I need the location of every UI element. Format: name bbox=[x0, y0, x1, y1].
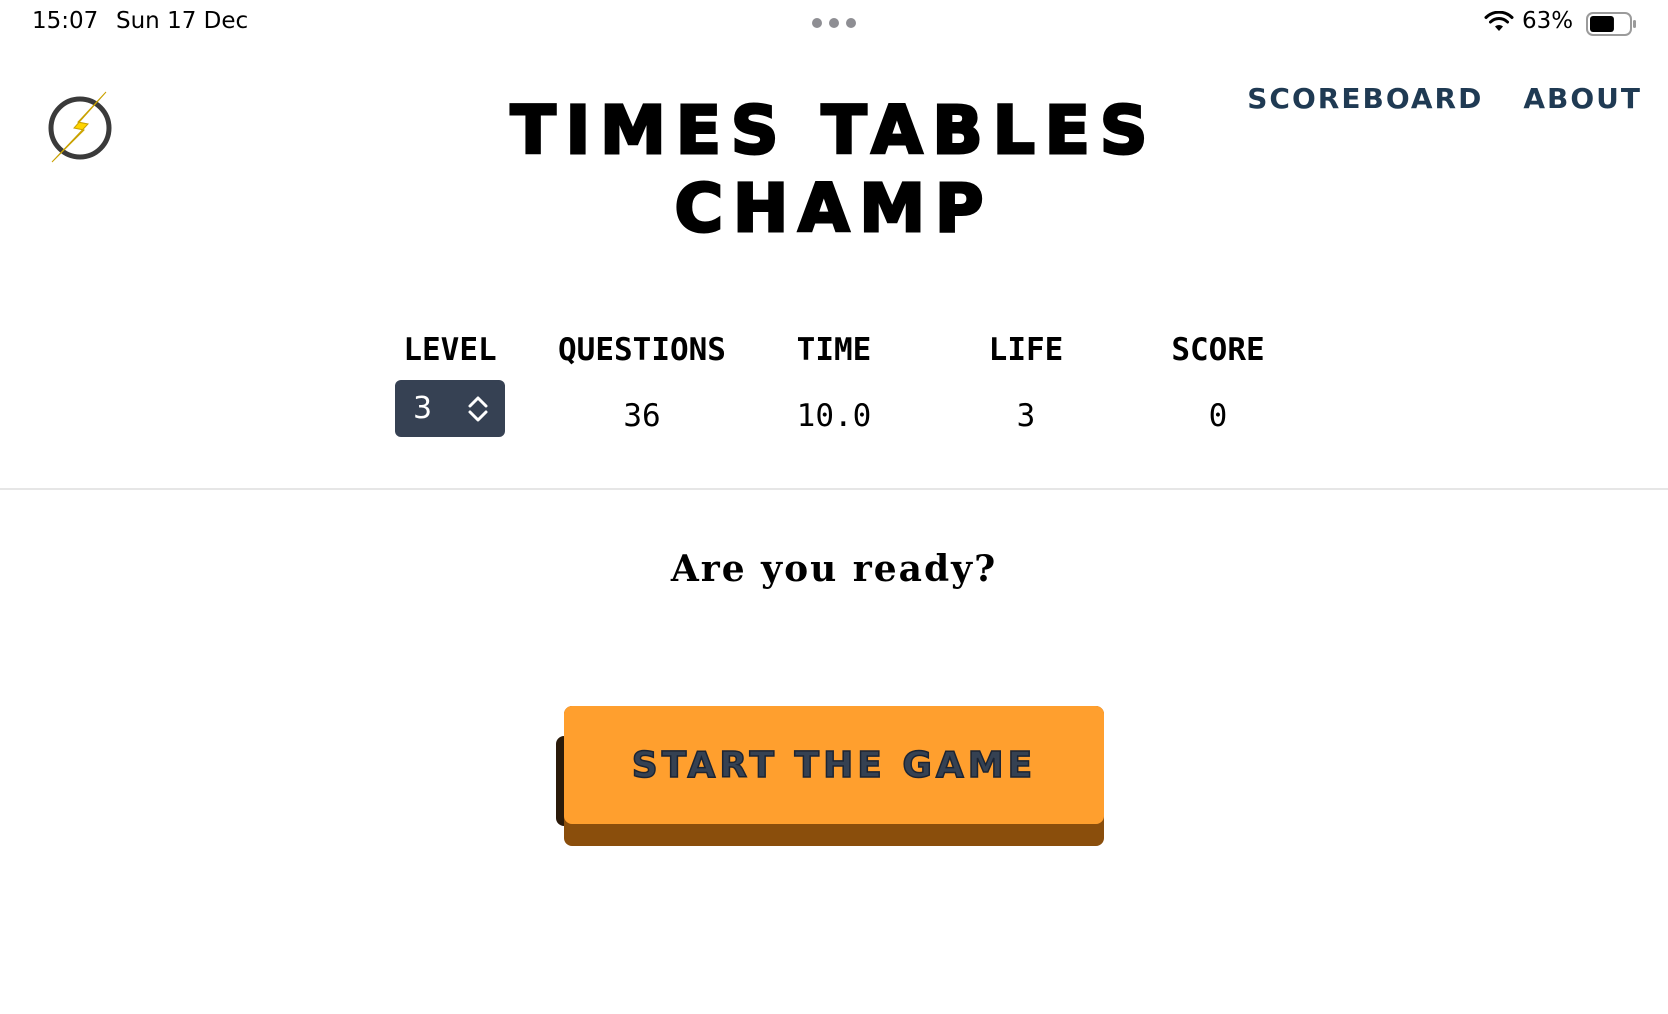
level-select[interactable]: 3 bbox=[395, 380, 505, 437]
status-date: Sun 17 Dec bbox=[116, 8, 249, 34]
start-game-button[interactable]: START THE GAME bbox=[564, 706, 1104, 846]
top-nav: SCOREBOARD ABOUT bbox=[1247, 82, 1642, 115]
stat-life: LIFE 3 bbox=[931, 332, 1121, 434]
status-bar: 15:07 Sun 17 Dec 63% bbox=[0, 0, 1668, 48]
score-label: SCORE bbox=[1171, 332, 1265, 368]
start-button-wrap: START THE GAME bbox=[556, 706, 1104, 856]
score-value: 0 bbox=[1208, 398, 1228, 434]
stat-level: LEVEL 3 bbox=[355, 332, 545, 442]
level-label: LEVEL bbox=[403, 332, 497, 368]
ready-prompt: Are you ready? bbox=[670, 548, 998, 590]
battery-percent: 63% bbox=[1522, 8, 1574, 34]
life-value: 3 bbox=[1016, 398, 1036, 434]
time-label: TIME bbox=[796, 332, 872, 368]
stat-score: SCORE 0 bbox=[1123, 332, 1313, 434]
questions-value: 36 bbox=[623, 398, 661, 434]
life-label: LIFE bbox=[988, 332, 1064, 368]
page-title: TIMES TABLES CHAMP bbox=[509, 91, 1158, 249]
stat-questions: QUESTIONS 36 bbox=[547, 332, 737, 434]
about-link[interactable]: ABOUT bbox=[1523, 82, 1642, 115]
start-button-face: START THE GAME bbox=[564, 706, 1104, 824]
questions-label: QUESTIONS bbox=[558, 332, 726, 368]
stat-time: TIME 10.0 bbox=[739, 332, 929, 434]
battery-icon bbox=[1586, 12, 1636, 36]
level-value: 3 bbox=[413, 391, 433, 426]
start-button-label: START THE GAME bbox=[631, 744, 1037, 787]
chevron-up-down-icon bbox=[468, 396, 488, 422]
status-time: 15:07 bbox=[32, 8, 99, 34]
lightning-bolt-icon[interactable] bbox=[44, 90, 116, 164]
divider bbox=[0, 488, 1668, 490]
wifi-icon bbox=[1484, 11, 1514, 31]
time-value: 10.0 bbox=[796, 398, 872, 434]
multitasking-dots-icon[interactable] bbox=[812, 18, 856, 28]
